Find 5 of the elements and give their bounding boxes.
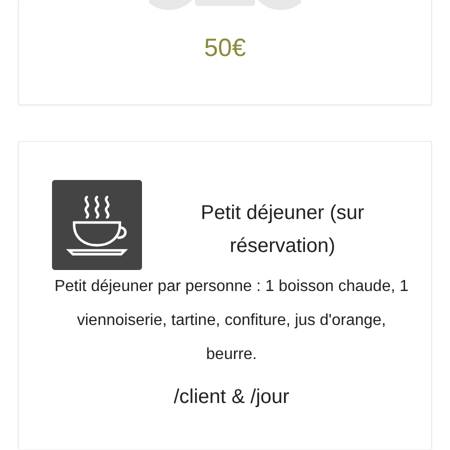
coffee-cup-icon bbox=[52, 180, 142, 270]
service-title: Petit déjeuner (sur réservation) bbox=[200, 201, 366, 259]
price-unit: /client & /jour bbox=[172, 386, 290, 409]
price-text: 50€ bbox=[204, 34, 246, 63]
service-description: Petit déjeuner par personne : 1 boisson chaude, 1 viennoiserie, tartine, confiture, jus d'orange, beurre. bbox=[53, 277, 410, 365]
